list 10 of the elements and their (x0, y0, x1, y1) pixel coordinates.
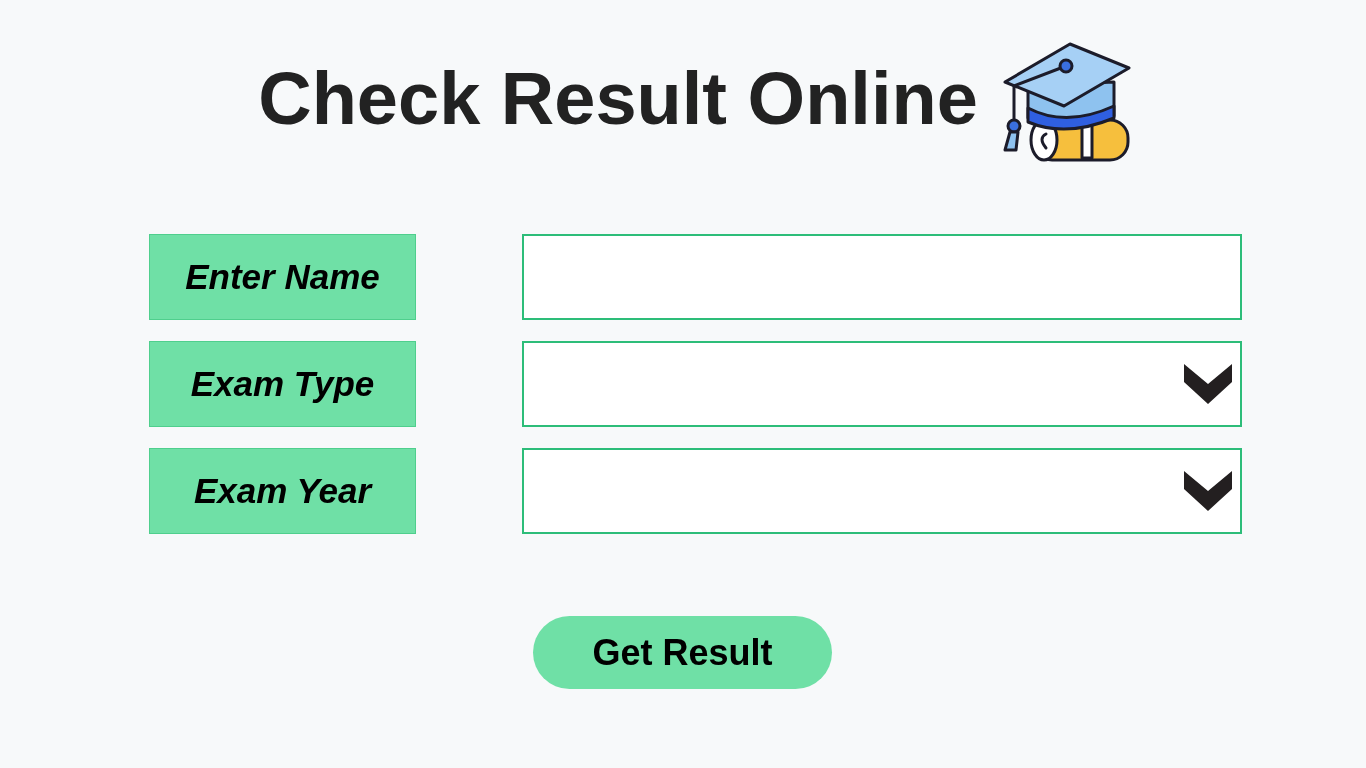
chevron-down-icon (1184, 364, 1232, 404)
dropdown-field[interactable] (522, 448, 1242, 534)
get-result-button[interactable]: Get Result (533, 616, 832, 689)
field-label: Enter Name (149, 234, 416, 320)
input-field[interactable] (522, 234, 1242, 320)
page-title: Check Result Online (258, 62, 978, 136)
field-label: Exam Year (149, 448, 416, 534)
dropdown-field[interactable] (522, 341, 1242, 427)
chevron-down-icon (1184, 471, 1232, 511)
field-label: Exam Type (149, 341, 416, 427)
